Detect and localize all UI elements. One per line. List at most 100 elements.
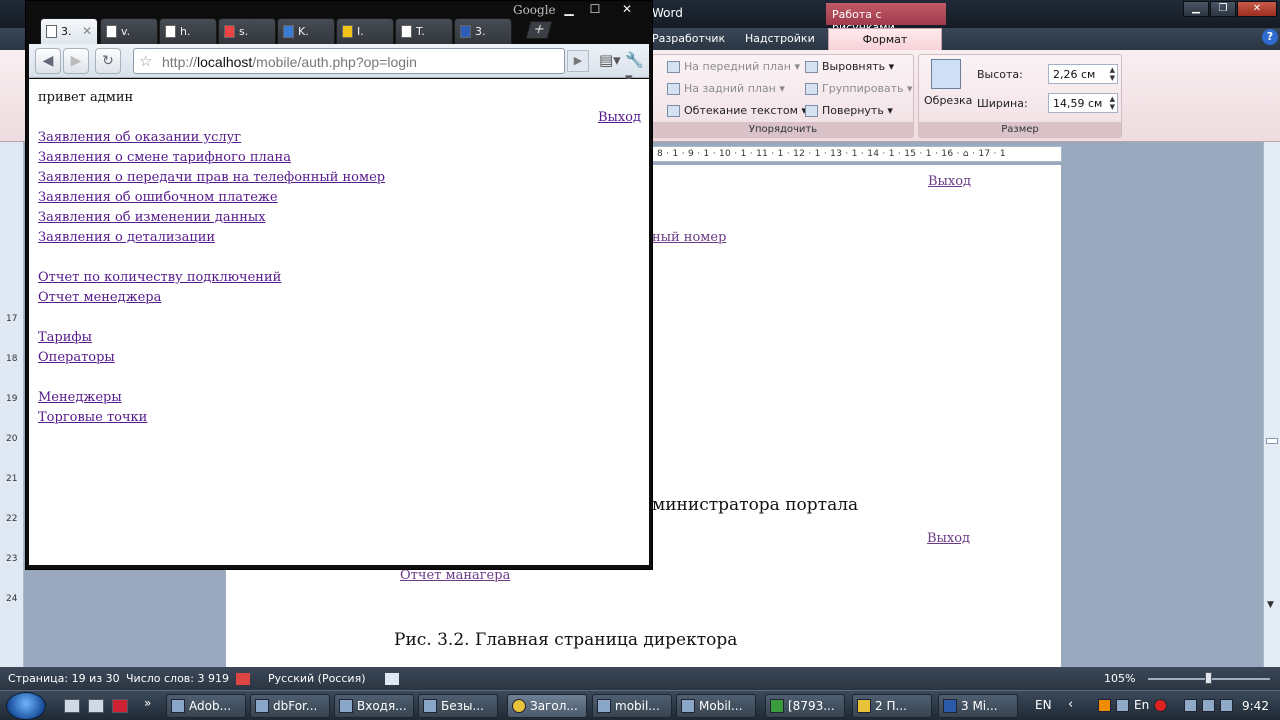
- bring-front-button[interactable]: На передний план ▾: [667, 60, 800, 73]
- network-icon[interactable]: [1116, 699, 1129, 712]
- tab-developer[interactable]: Разработчик: [652, 32, 725, 45]
- task-4-chrome[interactable]: Загол...: [507, 694, 587, 718]
- link-manager-report[interactable]: Отчет менеджера: [38, 290, 161, 305]
- link-connections-report[interactable]: Отчет по количеству подключений: [38, 270, 281, 285]
- safely-remove-icon[interactable]: [1184, 699, 1197, 712]
- quicklaunch-more-icon[interactable]: »: [144, 696, 151, 710]
- link-service-requests[interactable]: Заявления об оказании услуг: [38, 130, 241, 145]
- chrome-icon: [512, 699, 526, 713]
- power-icon[interactable]: [1202, 699, 1215, 712]
- tab-6[interactable]: I.: [336, 18, 394, 44]
- task-label: Безы...: [441, 699, 484, 713]
- task-8[interactable]: 2 П...: [852, 694, 932, 718]
- page-menu-icon[interactable]: ▤▾: [599, 51, 621, 69]
- chrome-minimize-icon[interactable]: ▁: [558, 2, 580, 18]
- crop-button[interactable]: Обрезка: [924, 94, 972, 107]
- task-label: dbFor...: [273, 699, 318, 713]
- send-back-button[interactable]: На задний план ▾: [667, 82, 785, 95]
- tab-format[interactable]: Формат: [828, 28, 942, 50]
- task-1[interactable]: dbFor...: [250, 694, 330, 718]
- doc-manager-report-link[interactable]: Отчет манагера: [400, 568, 510, 583]
- chrome-maximize-icon[interactable]: ☐: [584, 2, 606, 18]
- go-button[interactable]: ▶: [567, 50, 589, 72]
- help-icon[interactable]: ?: [1262, 29, 1278, 45]
- zoom-thumb[interactable]: [1205, 672, 1212, 684]
- tab-3[interactable]: h.: [159, 18, 217, 44]
- link-wrong-payment[interactable]: Заявления об ошибочном платеже: [38, 190, 278, 205]
- task-0[interactable]: Adob...: [166, 694, 246, 718]
- link-tariff-change[interactable]: Заявления о смене тарифного плана: [38, 150, 291, 165]
- tab-5[interactable]: K.: [277, 18, 335, 44]
- task-9[interactable]: 3 Mi...: [938, 694, 1018, 718]
- status-page[interactable]: Страница: 19 из 30: [8, 672, 120, 685]
- status-language[interactable]: Русский (Россия): [268, 672, 366, 685]
- logout-link[interactable]: Выход: [598, 110, 641, 125]
- task-2[interactable]: Входя...: [334, 694, 414, 718]
- status-words[interactable]: Число слов: 3 919: [126, 672, 229, 685]
- scroll-down-icon[interactable]: ▼: [1267, 600, 1274, 610]
- scroll-thumb[interactable]: [1266, 438, 1278, 444]
- task-3[interactable]: Безы...: [418, 694, 498, 718]
- height-spinner-icon[interactable]: ▲ ▼: [1110, 66, 1115, 82]
- show-desktop-icon[interactable]: [64, 699, 80, 713]
- chrome-close-icon[interactable]: ✕: [616, 2, 638, 18]
- tray-expand-icon[interactable]: ‹: [1068, 697, 1073, 712]
- tab-2[interactable]: v.: [100, 18, 158, 44]
- vruler-num-19: 19: [6, 394, 18, 404]
- doc-logout-link[interactable]: Выход: [928, 174, 971, 189]
- tray-lang-indicator[interactable]: En: [1134, 698, 1149, 712]
- start-button[interactable]: [6, 692, 46, 720]
- save-icon[interactable]: [88, 699, 104, 713]
- close-button[interactable]: ✕: [1237, 1, 1277, 17]
- minimize-button[interactable]: ▁: [1183, 1, 1209, 17]
- back-button[interactable]: ◀: [35, 48, 61, 74]
- link-data-change[interactable]: Заявления об изменении данных: [38, 210, 266, 225]
- address-bar[interactable]: ☆ http://localhost/mobile/auth.php?op=lo…: [133, 48, 565, 74]
- tab-label: s.: [239, 25, 249, 38]
- proofing-icon[interactable]: [236, 673, 250, 685]
- forward-button[interactable]: ▶: [63, 48, 89, 74]
- width-spinner-icon[interactable]: ▲ ▼: [1110, 95, 1115, 111]
- maximize-button[interactable]: ❐: [1210, 1, 1236, 17]
- task-6[interactable]: Mobil...: [676, 694, 756, 718]
- group-button[interactable]: Группировать ▾: [805, 82, 913, 95]
- volume-icon[interactable]: [1220, 699, 1233, 712]
- task-icon: [597, 699, 611, 713]
- clock[interactable]: 9:42: [1242, 699, 1269, 713]
- align-button[interactable]: Выровнять ▾: [805, 60, 894, 73]
- new-tab-button[interactable]: +: [525, 21, 553, 39]
- width-label: Ширина:: [977, 97, 1028, 110]
- reload-button[interactable]: ↻: [95, 48, 121, 74]
- bookmark-star-icon[interactable]: ☆: [139, 52, 152, 70]
- rotate-button[interactable]: Повернуть ▾: [805, 104, 893, 117]
- language-indicator[interactable]: EN: [1035, 698, 1052, 712]
- task-7[interactable]: [8793...: [765, 694, 845, 718]
- width-field[interactable]: 14,59 см ▲ ▼: [1048, 93, 1118, 113]
- tab-close-icon[interactable]: ✕: [82, 24, 92, 38]
- link-number-transfer[interactable]: Заявления о передачи прав на телефонный …: [38, 170, 385, 185]
- task-5[interactable]: mobil...: [592, 694, 672, 718]
- macro-icon[interactable]: [385, 673, 399, 685]
- taskbar: » Adob... dbFor... Входя... Безы... Заго…: [0, 690, 1280, 720]
- link-managers[interactable]: Менеджеры: [38, 390, 122, 405]
- app-quicklaunch-icon[interactable]: [112, 699, 128, 713]
- tab-4[interactable]: s.: [218, 18, 276, 44]
- height-field[interactable]: 2,26 см ▲ ▼: [1048, 64, 1118, 84]
- horizontal-ruler[interactable]: 8 · 1 · 9 · 1 · 10 · 1 · 11 · 1 · 12 · 1…: [652, 146, 1062, 162]
- tab-addins[interactable]: Надстройки: [745, 32, 815, 45]
- link-tariffs[interactable]: Тарифы: [38, 330, 92, 345]
- doc-logout-link-2[interactable]: Выход: [927, 531, 970, 546]
- zoom-level[interactable]: 105%: [1104, 672, 1135, 685]
- media-icon[interactable]: [1098, 699, 1111, 712]
- link-sales-points[interactable]: Торговые точки: [38, 410, 147, 425]
- doc-partial-link[interactable]: ный номер: [652, 230, 726, 245]
- link-detailing[interactable]: Заявления о детализации: [38, 230, 215, 245]
- url-text[interactable]: http://localhost/mobile/auth.php?op=logi…: [162, 54, 417, 70]
- tab-8[interactable]: 3.: [454, 18, 512, 44]
- tab-auth-page[interactable]: 3. ✕: [40, 18, 98, 44]
- vertical-scrollbar[interactable]: ▼: [1263, 142, 1280, 667]
- antivirus-icon[interactable]: [1154, 699, 1167, 712]
- link-operators[interactable]: Операторы: [38, 350, 115, 365]
- wrap-text-button[interactable]: Обтекание текстом ▾: [667, 104, 807, 117]
- tab-7[interactable]: T.: [395, 18, 453, 44]
